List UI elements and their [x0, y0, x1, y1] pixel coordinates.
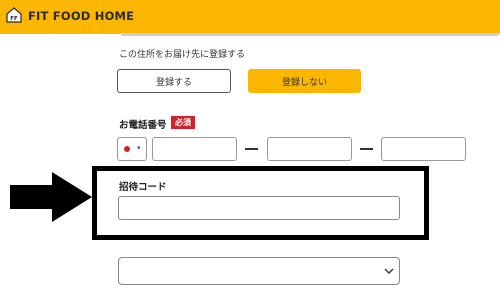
japan-flag-icon [124, 146, 130, 152]
home-logo-icon[interactable]: FF [6, 7, 22, 23]
do-not-register-button[interactable]: 登録しない [248, 69, 361, 93]
country-code-select[interactable]: ▾ [117, 137, 147, 161]
phone-field-3[interactable] [381, 137, 466, 161]
phone-field-2[interactable] [267, 137, 352, 161]
right-arrow-icon [10, 172, 92, 222]
register-button[interactable]: 登録する [117, 69, 231, 93]
caret-down-icon: ▾ [137, 144, 141, 152]
required-badge: 必須 [171, 116, 195, 129]
dash-separator [245, 148, 258, 150]
highlight-box [92, 166, 429, 240]
header-divider [120, 33, 500, 36]
register-address-question: この住所をお届け先に登録する [119, 50, 246, 60]
header-bar: FF FIT FOOD HOME [0, 0, 500, 34]
dash-separator [360, 148, 373, 150]
svg-text:FF: FF [10, 16, 18, 22]
source-select[interactable] [118, 257, 400, 285]
chevron-down-icon [384, 268, 394, 274]
phone-field-1[interactable] [152, 137, 237, 161]
brand-name[interactable]: FIT FOOD HOME [28, 9, 134, 23]
phone-label: お電話番号 [119, 120, 167, 131]
